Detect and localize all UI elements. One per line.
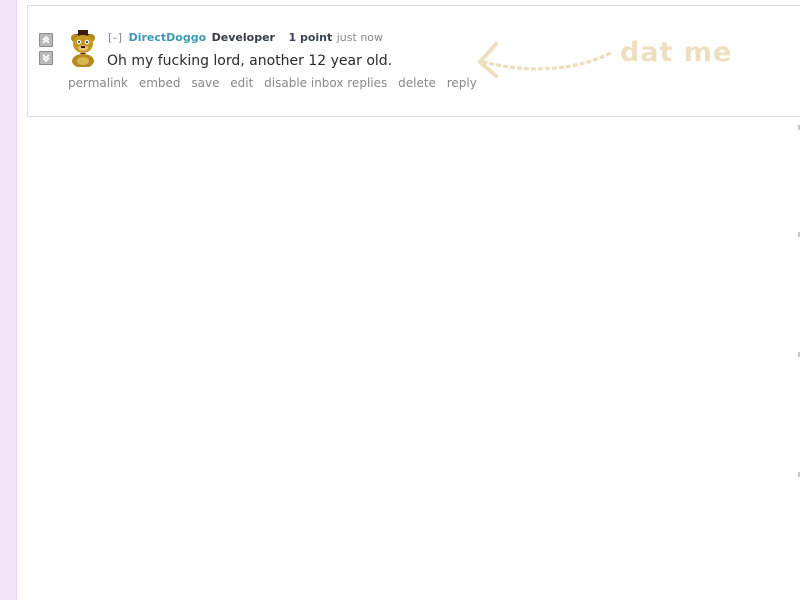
disable-inbox-replies-button[interactable]: disable inbox replies (264, 76, 387, 90)
author-flair: Developer (211, 31, 275, 44)
comment-actions: permalink embed save edit disable inbox … (68, 75, 484, 91)
annotation-label: dat me (620, 37, 733, 68)
edit-button[interactable]: edit (230, 76, 253, 90)
score-label: 1 point (288, 31, 333, 44)
save-button[interactable]: save (191, 76, 219, 90)
collapse-toggle[interactable]: [–] (108, 31, 122, 44)
embed-button[interactable]: embed (139, 76, 181, 90)
timestamp: just now (336, 31, 384, 44)
upvote-arrow-icon[interactable] (39, 33, 53, 47)
comment-body: Oh my fucking lord, another 12 year old. (107, 53, 393, 69)
downvote-arrow-icon[interactable] (39, 51, 53, 65)
permalink-button[interactable]: permalink (68, 76, 128, 90)
author-link[interactable]: DirectDoggo (129, 31, 207, 44)
bear-avatar-icon (68, 30, 98, 68)
comment-tagline: [–] DirectDoggo Developer 1 point just n… (108, 31, 383, 45)
left-sidebar-strip (0, 0, 17, 600)
delete-button[interactable]: delete (398, 76, 436, 90)
